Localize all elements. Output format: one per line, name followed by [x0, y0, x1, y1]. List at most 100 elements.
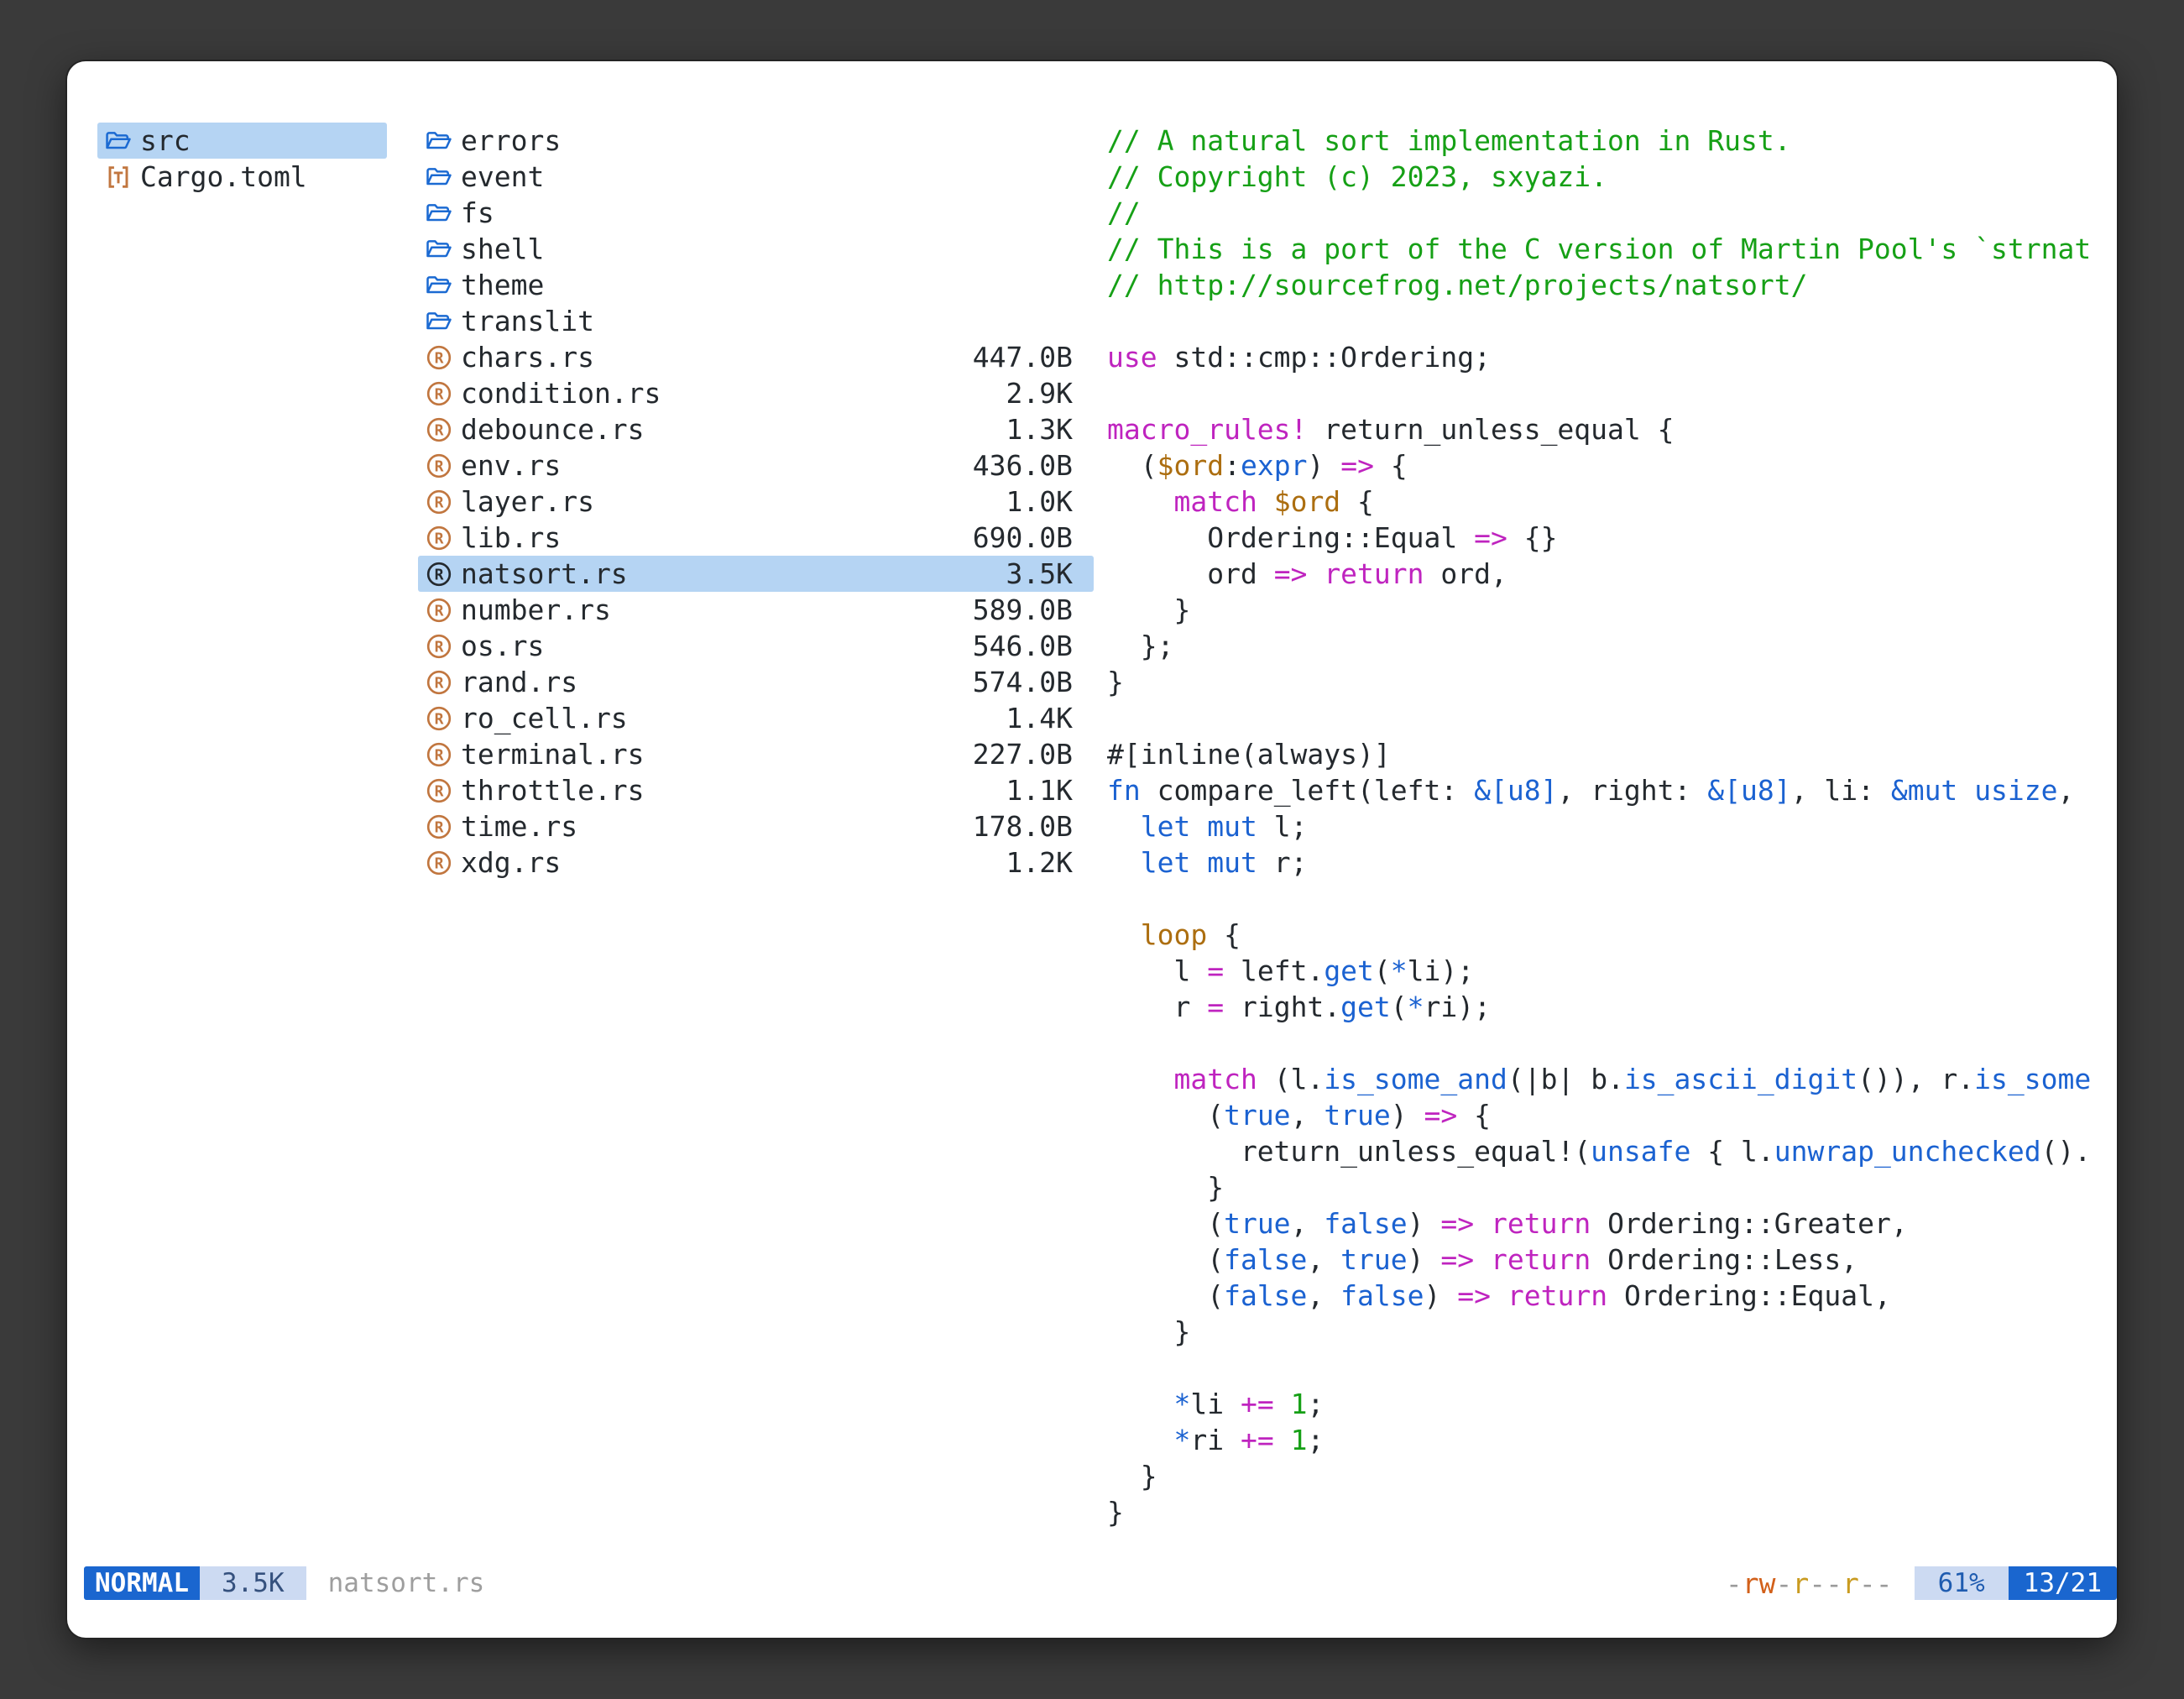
file-row[interactable]: shell [418, 231, 1094, 267]
file-size: 1.1K [1006, 774, 1073, 807]
rust-file-icon: R [425, 668, 453, 697]
rust-file-icon: R [425, 416, 453, 444]
svg-text:R: R [435, 855, 444, 872]
svg-text:R: R [435, 421, 444, 439]
file-row[interactable]: translit [418, 303, 1094, 339]
file-size: 1.0K [1006, 485, 1073, 518]
file-row[interactable]: theme [418, 267, 1094, 303]
code-line: ($ord:expr) => { [1107, 447, 2117, 484]
file-size: 1.3K [1006, 413, 1073, 446]
file-row[interactable]: R natsort.rs 3.5K [418, 556, 1094, 592]
file-row[interactable]: R terminal.rs 227.0B [418, 736, 1094, 772]
rust-file-icon: R [425, 452, 453, 480]
code-line: (false, true) => return Ordering::Less, [1107, 1242, 2117, 1278]
code-line: // http://sourcefrog.net/projects/natsor… [1107, 267, 2117, 303]
file-row[interactable]: R condition.rs 2.9K [418, 375, 1094, 411]
code-line: // Copyright (c) 2023, sxyazi. [1107, 159, 2117, 195]
panes-container: src Cargo.toml errors event fs shell the… [97, 123, 2117, 1529]
file-name: condition.rs [461, 377, 661, 410]
file-name: terminal.rs [461, 738, 645, 771]
file-name: src [140, 124, 191, 157]
folder-open-icon [425, 163, 453, 191]
code-line: (false, false) => return Ordering::Equal… [1107, 1278, 2117, 1314]
file-name: xdg.rs [461, 846, 561, 879]
file-name: Cargo.toml [140, 160, 307, 193]
code-line [1107, 1350, 2117, 1386]
code-line [1107, 375, 2117, 411]
code-line: // [1107, 195, 2117, 231]
cursor-position-badge: 13/21 [2009, 1566, 2117, 1600]
svg-text:R: R [435, 782, 444, 800]
file-name: env.rs [461, 449, 561, 482]
svg-text:R: R [435, 566, 444, 583]
file-row[interactable]: R rand.rs 574.0B [418, 664, 1094, 700]
code-line: (true, false) => return Ordering::Greate… [1107, 1205, 2117, 1242]
file-name: os.rs [461, 630, 544, 662]
svg-text:R: R [435, 385, 444, 403]
code-line: *li += 1; [1107, 1386, 2117, 1422]
file-row[interactable]: src [97, 123, 387, 159]
file-row[interactable]: R time.rs 178.0B [418, 808, 1094, 844]
code-line: match $ord { [1107, 484, 2117, 520]
file-size: 436.0B [973, 449, 1073, 482]
code-line: match (l.is_some_and(|b| b.is_ascii_digi… [1107, 1061, 2117, 1097]
file-row[interactable]: R debounce.rs 1.3K [418, 411, 1094, 447]
code-line: #[inline(always)] [1107, 736, 2117, 772]
toml-file-icon [104, 163, 133, 191]
svg-text:R: R [435, 530, 444, 547]
file-size-badge: 3.5K [200, 1566, 306, 1600]
file-row[interactable]: R number.rs 589.0B [418, 592, 1094, 628]
file-row[interactable]: Cargo.toml [97, 159, 387, 195]
file-size: 1.2K [1006, 846, 1073, 879]
permissions-indicator: -rw-r--r-- [1726, 1567, 1893, 1600]
rust-file-icon: R [425, 849, 453, 877]
code-line: } [1107, 1169, 2117, 1205]
code-line: use std::cmp::Ordering; [1107, 339, 2117, 375]
file-row[interactable]: R chars.rs 447.0B [418, 339, 1094, 375]
mode-indicator: NORMAL [84, 1566, 200, 1600]
file-name: shell [461, 233, 544, 265]
file-row[interactable]: R throttle.rs 1.1K [418, 772, 1094, 808]
code-line: } [1107, 1494, 2117, 1529]
svg-text:R: R [435, 674, 444, 692]
svg-text:R: R [435, 494, 444, 511]
file-size: 3.5K [1006, 557, 1073, 590]
code-line: loop { [1107, 917, 2117, 953]
file-size: 690.0B [973, 521, 1073, 554]
file-size: 574.0B [973, 666, 1073, 698]
current-pane: errors event fs shell theme translit R c… [418, 123, 1094, 881]
folder-open-icon [425, 235, 453, 264]
rust-file-icon: R [425, 343, 453, 372]
file-size: 1.4K [1006, 702, 1073, 734]
file-row[interactable]: R env.rs 436.0B [418, 447, 1094, 484]
rust-file-icon: R [425, 596, 453, 625]
status-bar: NORMAL 3.5K natsort.rs -rw-r--r-- 61% 13… [84, 1566, 2117, 1600]
file-size: 227.0B [973, 738, 1073, 771]
code-line [1107, 881, 2117, 917]
file-row[interactable]: R os.rs 546.0B [418, 628, 1094, 664]
code-line: }; [1107, 628, 2117, 664]
file-row[interactable]: R lib.rs 690.0B [418, 520, 1094, 556]
file-name: errors [461, 124, 561, 157]
file-row[interactable]: R layer.rs 1.0K [418, 484, 1094, 520]
file-row[interactable]: event [418, 159, 1094, 195]
rust-file-icon: R [425, 704, 453, 733]
code-line [1107, 303, 2117, 339]
folder-open-icon [425, 199, 453, 227]
svg-text:R: R [435, 710, 444, 728]
rust-file-icon: R [425, 776, 453, 805]
svg-text:R: R [435, 746, 444, 764]
file-row[interactable]: R xdg.rs 1.2K [418, 844, 1094, 881]
file-row[interactable]: fs [418, 195, 1094, 231]
parent-pane: src Cargo.toml [97, 123, 387, 195]
file-name: number.rs [461, 593, 611, 626]
status-bar-left: NORMAL 3.5K natsort.rs [84, 1566, 484, 1600]
folder-open-icon [425, 307, 453, 336]
file-row[interactable]: R ro_cell.rs 1.4K [418, 700, 1094, 736]
file-row[interactable]: errors [418, 123, 1094, 159]
rust-file-icon: R [425, 524, 453, 552]
status-bar-right: -rw-r--r-- 61% 13/21 [1726, 1566, 2117, 1600]
file-size: 546.0B [973, 630, 1073, 662]
code-line: l = left.get(*li); [1107, 953, 2117, 989]
rust-file-icon: R [425, 560, 453, 588]
